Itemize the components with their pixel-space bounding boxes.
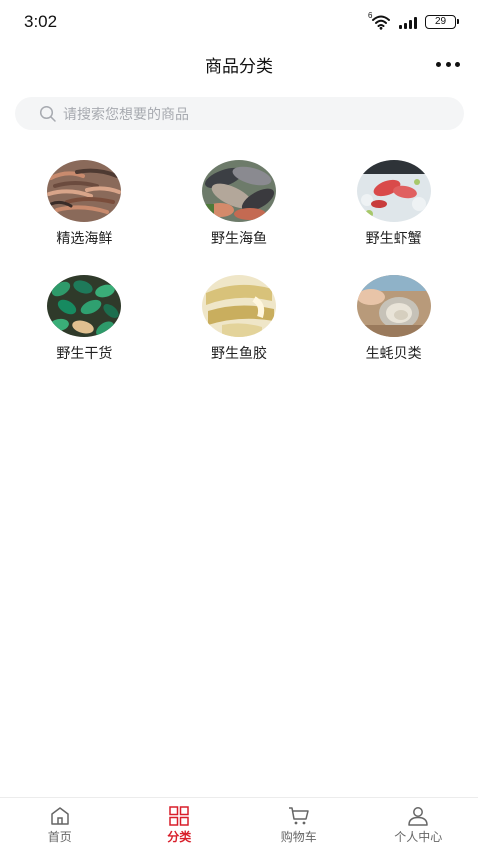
tab-cart[interactable]: 购物车 xyxy=(239,798,359,850)
category-item-seafood[interactable]: 精选海鲜 xyxy=(7,160,162,261)
search-placeholder: 请搜索您想要的商品 xyxy=(63,106,189,123)
tab-category[interactable]: 分类 xyxy=(120,798,240,850)
category-image-wild-fish xyxy=(201,160,276,222)
cart-icon xyxy=(288,807,309,825)
category-image-shrimp-crab xyxy=(356,160,431,222)
tab-label: 购物车 xyxy=(280,830,317,844)
search-input[interactable]: 请搜索您想要的商品 xyxy=(15,97,464,130)
user-icon xyxy=(408,807,428,826)
search-icon xyxy=(39,105,56,122)
category-grid: 精选海鲜 野生海鱼 野生虾蟹 野生干货 野生鱼胶 生蚝贝类 xyxy=(7,160,471,376)
more-dot-icon xyxy=(445,61,451,67)
category-image-fish-maw xyxy=(201,275,276,337)
more-dot-icon xyxy=(455,61,460,67)
category-item-shrimp-crab[interactable]: 野生虾蟹 xyxy=(316,160,471,261)
category-label: 野生海鱼 xyxy=(210,231,267,247)
header: 商品分类 xyxy=(0,44,478,84)
category-label: 野生干货 xyxy=(56,346,113,362)
category-label: 生蚝贝类 xyxy=(365,346,422,362)
category-item-dried-goods[interactable]: 野生干货 xyxy=(7,275,162,376)
status-bar: 3:02 6 29 xyxy=(0,0,478,44)
category-label: 精选海鲜 xyxy=(56,231,113,247)
category-grid-icon xyxy=(169,806,189,826)
status-time: 3:02 xyxy=(24,12,58,31)
category-item-oysters[interactable]: 生蚝贝类 xyxy=(316,275,471,376)
status-icons: 6 29 xyxy=(368,11,459,30)
category-label: 野生虾蟹 xyxy=(365,231,422,247)
tab-profile[interactable]: 个人中心 xyxy=(359,798,478,850)
tab-label: 分类 xyxy=(167,830,192,844)
more-dot-icon xyxy=(436,61,441,67)
category-item-wild-fish[interactable]: 野生海鱼 xyxy=(162,160,317,261)
battery-level: 29 xyxy=(434,16,447,27)
category-label: 野生鱼胶 xyxy=(210,346,267,362)
battery-icon: 29 xyxy=(425,15,459,29)
tab-label: 个人中心 xyxy=(394,830,443,844)
page-title: 商品分类 xyxy=(205,57,273,77)
tab-bar: 首页 分类 购物车 个人中心 xyxy=(0,797,478,850)
wifi-icon: 6 xyxy=(368,11,392,30)
category-image-oysters xyxy=(356,275,431,337)
category-image-seafood xyxy=(47,160,122,222)
tab-home[interactable]: 首页 xyxy=(0,798,120,850)
signal-icon xyxy=(399,16,418,29)
home-icon xyxy=(51,807,69,825)
network-label: 6 xyxy=(368,11,373,20)
more-button[interactable] xyxy=(436,57,460,71)
tab-label: 首页 xyxy=(47,830,72,844)
category-image-dried-goods xyxy=(47,275,122,337)
category-item-fish-maw[interactable]: 野生鱼胶 xyxy=(162,275,317,376)
